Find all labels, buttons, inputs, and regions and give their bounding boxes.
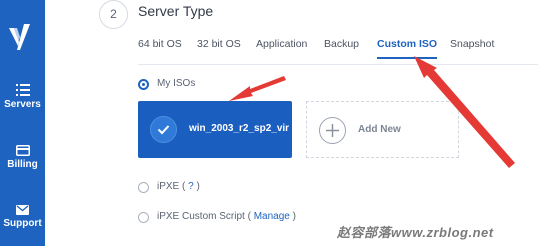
ipxe-custom-text: iPXE Custom Script [157,211,245,222]
section-title: Server Type [138,3,214,19]
tab-backup[interactable]: Backup [324,38,359,50]
credit-card-icon [15,145,30,156]
vultr-logo-icon[interactable] [6,20,38,52]
annotation-arrow-to-iso [229,76,286,101]
manage-link[interactable]: Manage [254,211,290,222]
mail-icon [16,205,29,215]
tab-32-bit-os[interactable]: 32 bit OS [197,38,241,50]
tab-custom-iso[interactable]: Custom ISO [377,38,438,59]
ipxe-custom-close: ) [289,211,296,222]
add-new-label: Add New [358,124,401,135]
my-isos-radio[interactable] [138,79,149,90]
checkmark-icon [157,125,170,135]
plus-icon [326,124,339,137]
sidebar-item-support[interactable]: Support [0,205,45,229]
ipxe-label: iPXE ( ? ) [157,181,200,192]
my-isos-label: My ISOs [157,78,196,89]
sidebar-item-label: Support [3,218,42,229]
sidebar: Servers Billing Support [0,0,45,246]
add-new-iso-card[interactable]: Add New [306,101,459,158]
ipxe-custom-script-label: iPXE Custom Script ( Manage ) [157,211,296,222]
watermark: 赵容部落www.zrblog.net [337,225,494,240]
sidebar-item-billing[interactable]: Billing [0,145,45,170]
sidebar-item-label: Billing [7,159,38,170]
selected-check-badge [150,116,177,143]
server-type-tabs: 64 bit OS 32 bit OS Application Backup C… [138,38,538,65]
tab-application[interactable]: Application [256,38,307,50]
step-number-badge: 2 [99,0,128,29]
ipxe-text: iPXE [157,181,180,192]
ipxe-radio[interactable] [138,182,149,193]
sidebar-item-label: Servers [4,99,41,110]
ipxe-help-close: ) [193,181,200,192]
server-list-icon [15,84,30,96]
iso-name: win_2003_r2_sp2_vir... [189,123,289,134]
tab-64-bit-os[interactable]: 64 bit OS [138,38,182,50]
sidebar-item-servers[interactable]: Servers [0,84,45,110]
iso-card-selected[interactable]: win_2003_r2_sp2_vir... [138,101,292,158]
plus-circle-icon [319,117,346,144]
tab-snapshot[interactable]: Snapshot [450,38,494,50]
ipxe-custom-script-radio[interactable] [138,212,149,223]
